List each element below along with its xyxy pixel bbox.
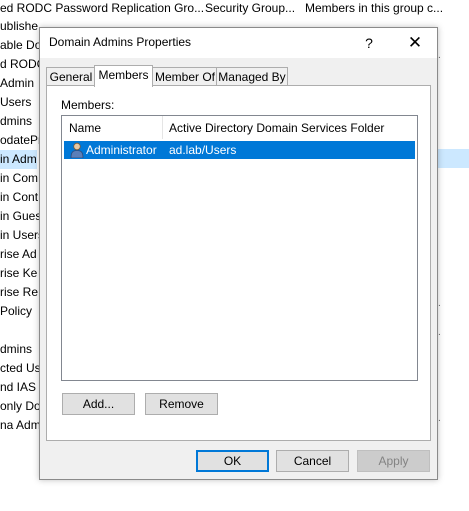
list-item[interactable]: Policy bbox=[0, 302, 32, 321]
column-divider[interactable] bbox=[162, 116, 163, 139]
list-item[interactable]: in Gues bbox=[0, 207, 41, 226]
tab-managed-by[interactable]: Managed By bbox=[216, 67, 288, 86]
list-item[interactable]: Admin bbox=[0, 74, 34, 93]
bg-column-header-type[interactable]: Security Group... bbox=[205, 1, 295, 15]
list-item[interactable]: in Com bbox=[0, 169, 38, 188]
member-folder: ad.lab/Users bbox=[169, 143, 237, 157]
tab-member-of[interactable]: Member Of bbox=[152, 67, 218, 86]
list-item[interactable]: ublishe bbox=[0, 17, 38, 36]
list-item[interactable]: in Users bbox=[0, 226, 44, 245]
list-item[interactable]: rise Re bbox=[0, 283, 38, 302]
members-list-header: Name Active Directory Domain Services Fo… bbox=[62, 116, 417, 140]
list-item[interactable]: able Do bbox=[0, 36, 41, 55]
bg-column-header-description[interactable]: Members in this group c... bbox=[305, 1, 443, 15]
bg-truncated-dot: . bbox=[438, 413, 441, 424]
column-header-folder[interactable]: Active Directory Domain Services Folder bbox=[169, 121, 384, 135]
list-item[interactable]: na Adm bbox=[0, 416, 41, 435]
members-tab-panel: Members: Name Active Directory Domain Se… bbox=[46, 85, 431, 441]
remove-button[interactable]: Remove bbox=[145, 393, 218, 415]
properties-dialog: Domain Admins Properties ? ✕ General Mem… bbox=[39, 27, 438, 480]
list-item[interactable]: in Cont bbox=[0, 188, 38, 207]
list-item-selected[interactable]: in Adm bbox=[0, 150, 37, 169]
tab-general[interactable]: General bbox=[46, 67, 96, 86]
close-button[interactable]: ✕ bbox=[400, 32, 430, 54]
members-label: Members: bbox=[61, 98, 115, 112]
help-button[interactable]: ? bbox=[358, 32, 380, 54]
list-item[interactable]: odatePr bbox=[0, 131, 42, 150]
list-item[interactable]: only Do bbox=[0, 397, 41, 416]
list-item[interactable]: dmins bbox=[0, 112, 32, 131]
dialog-titlebar[interactable]: Domain Admins Properties ? ✕ bbox=[40, 28, 437, 58]
bg-truncated-dot: . bbox=[438, 298, 441, 309]
dialog-title: Domain Admins Properties bbox=[49, 35, 192, 49]
bg-truncated-dot: . bbox=[438, 50, 441, 61]
ok-button[interactable]: OK bbox=[196, 450, 269, 472]
member-name: Administrator bbox=[86, 143, 157, 157]
background-list-header: ed RODC Password Replication Gro... Secu… bbox=[0, 0, 469, 17]
list-item[interactable]: rise Ad bbox=[0, 245, 37, 264]
bg-row-selection-edge bbox=[436, 149, 469, 168]
user-icon bbox=[70, 142, 84, 159]
members-list[interactable]: Name Active Directory Domain Services Fo… bbox=[61, 115, 418, 381]
bg-column-header-name[interactable]: ed RODC Password Replication Gro... bbox=[0, 1, 204, 15]
table-row[interactable]: Administrator ad.lab/Users bbox=[64, 141, 415, 159]
apply-button[interactable]: Apply bbox=[357, 450, 430, 472]
add-button[interactable]: Add... bbox=[62, 393, 135, 415]
tab-members[interactable]: Members bbox=[94, 65, 153, 87]
bg-truncated-dot: . bbox=[438, 327, 441, 338]
list-item[interactable]: dmins bbox=[0, 340, 32, 359]
list-item[interactable]: Users bbox=[0, 93, 31, 112]
column-header-name[interactable]: Name bbox=[69, 121, 101, 135]
list-item[interactable]: rise Ke bbox=[0, 264, 37, 283]
cancel-button[interactable]: Cancel bbox=[276, 450, 349, 472]
